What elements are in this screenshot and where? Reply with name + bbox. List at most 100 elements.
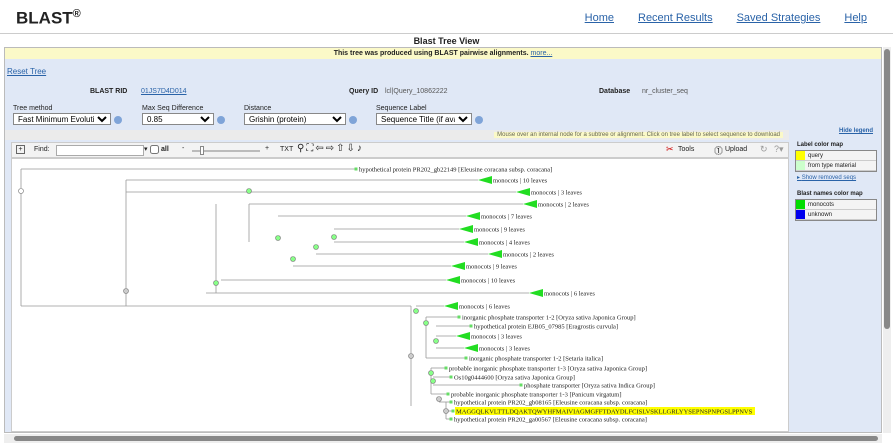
expand-icon[interactable]: + bbox=[16, 145, 25, 154]
more-link[interactable]: more... bbox=[531, 50, 553, 57]
find-input[interactable] bbox=[56, 145, 144, 156]
leaf-label[interactable]: hypothetical protein EJB05_07985 [Eragro… bbox=[474, 324, 618, 331]
collapsed-subtree-icon[interactable] bbox=[444, 302, 458, 310]
tools-icon[interactable]: ✂ bbox=[666, 144, 674, 155]
vertical-scrollbar[interactable] bbox=[883, 47, 891, 433]
zoom-out-icon[interactable]: - bbox=[182, 145, 184, 152]
internal-node[interactable] bbox=[413, 308, 419, 314]
leaf-label[interactable]: hypothetical protein PR202_gb08165 [Eleu… bbox=[454, 400, 647, 407]
max-diff-select[interactable]: 0.85 bbox=[142, 113, 214, 125]
seq-label-label: Sequence Label bbox=[376, 105, 427, 112]
collapsed-subtree-icon[interactable] bbox=[466, 212, 480, 220]
leaf-label[interactable]: hypothetical protein PR202_ga00567 [Eleu… bbox=[454, 417, 647, 424]
collapsed-subtree-icon[interactable] bbox=[478, 176, 492, 184]
internal-node[interactable] bbox=[433, 338, 439, 344]
internal-node[interactable] bbox=[408, 353, 414, 359]
zoom-in-icon[interactable]: + bbox=[265, 145, 269, 152]
internal-node[interactable] bbox=[331, 234, 337, 240]
leaf-label[interactable]: hypothetical protein PR202_gb22149 [Eleu… bbox=[359, 167, 552, 174]
internal-node[interactable] bbox=[213, 280, 219, 286]
collapsed-subtree-icon[interactable] bbox=[464, 344, 478, 352]
upload-button[interactable]: Upload bbox=[725, 146, 747, 153]
upload-icon[interactable]: ⓵ bbox=[714, 144, 723, 157]
collapsed-subtree-icon[interactable] bbox=[459, 225, 473, 233]
hide-legend-link[interactable]: Hide legend bbox=[791, 128, 881, 134]
help-icon[interactable] bbox=[217, 116, 225, 124]
color-swatch bbox=[796, 151, 805, 160]
leaf-label[interactable]: monocots | 7 leaves bbox=[481, 214, 532, 221]
leaf-label[interactable]: monocots | 9 leaves bbox=[466, 264, 517, 271]
tree-view-panel: This tree was produced using BLAST pairw… bbox=[4, 47, 882, 433]
label-map-title: Label color map bbox=[797, 142, 844, 148]
leaf-label[interactable]: monocots | 2 leaves bbox=[503, 252, 554, 259]
leaf-label[interactable]: monocots | 2 leaves bbox=[538, 202, 589, 209]
distance-select[interactable]: Grishin (protein) bbox=[244, 113, 346, 125]
nav-recent-results[interactable]: Recent Results bbox=[638, 12, 713, 24]
leaf-label[interactable]: monocots | 3 leaves bbox=[479, 346, 530, 353]
internal-node[interactable] bbox=[436, 396, 442, 402]
internal-node[interactable] bbox=[313, 244, 319, 250]
help-menu-icon[interactable]: ?▾ bbox=[774, 144, 784, 155]
internal-node[interactable] bbox=[275, 235, 281, 241]
all-checkbox[interactable] bbox=[150, 145, 159, 154]
nav-help[interactable]: Help bbox=[844, 12, 867, 24]
query-leaf-label[interactable]: MAGGQLKVLTTLDQAKTQWYHFMAIVIAGMGFFTDAYDLF… bbox=[456, 409, 753, 416]
internal-node[interactable] bbox=[246, 188, 252, 194]
leaf-label[interactable]: Os10g0444600 [Oryza sativa Japonica Grou… bbox=[454, 375, 575, 382]
show-removed-seqs-link[interactable]: ▸ Show removed seqs bbox=[797, 174, 881, 181]
rid-link[interactable]: 01JS7D4D014 bbox=[141, 88, 187, 95]
blast-logo[interactable]: BLAST® bbox=[16, 8, 81, 29]
collapsed-subtree-icon[interactable] bbox=[464, 238, 478, 246]
leaf-label[interactable]: monocots | 10 leaves bbox=[493, 178, 548, 185]
leaf-marker bbox=[449, 417, 453, 421]
help-icon[interactable] bbox=[475, 116, 483, 124]
internal-node[interactable] bbox=[443, 408, 449, 414]
leaf-label[interactable]: monocots | 10 leaves bbox=[461, 278, 516, 285]
internal-node[interactable] bbox=[430, 378, 436, 384]
internal-node[interactable] bbox=[123, 288, 129, 294]
help-icon[interactable] bbox=[349, 116, 357, 124]
phylogenetic-tree[interactable]: hypothetical protein PR202_gb22149 [Eleu… bbox=[12, 159, 789, 432]
leaf-label[interactable]: monocots | 3 leaves bbox=[531, 190, 582, 197]
tree-canvas[interactable]: hypothetical protein PR202_gb22149 [Eleu… bbox=[11, 158, 789, 432]
tools-menu[interactable]: Tools bbox=[678, 146, 694, 153]
txt-button[interactable]: TXT bbox=[280, 146, 293, 153]
collapsed-subtree-icon[interactable] bbox=[529, 289, 543, 297]
scroll-thumb[interactable] bbox=[14, 436, 878, 441]
leaf-marker bbox=[354, 167, 358, 171]
leaf-label[interactable]: probable inorganic phosphate transporter… bbox=[449, 366, 647, 373]
tree-method-select[interactable]: Fast Minimum Evolution bbox=[13, 113, 111, 125]
leaf-label[interactable]: monocots | 6 leaves bbox=[544, 291, 595, 298]
leaf-label[interactable]: monocots | 6 leaves bbox=[459, 304, 510, 311]
leaf-label[interactable]: phosphate transporter [Oryza sativa Indi… bbox=[524, 383, 655, 390]
leaf-label[interactable]: monocots | 4 leaves bbox=[479, 240, 530, 247]
leaf-label[interactable]: inorganic phosphate transporter 1-2 [Ory… bbox=[462, 315, 636, 322]
scroll-thumb[interactable] bbox=[884, 49, 890, 329]
leaf-label[interactable]: inorganic phosphate transporter 1-2 [Set… bbox=[469, 356, 603, 363]
chevron-down-icon[interactable]: ▾ bbox=[144, 145, 148, 153]
internal-node[interactable] bbox=[428, 370, 434, 376]
leaf-label[interactable]: monocots | 3 leaves bbox=[471, 334, 522, 341]
help-icon[interactable] bbox=[114, 116, 122, 124]
collapsed-subtree-icon[interactable] bbox=[446, 276, 460, 284]
slider-handle[interactable] bbox=[200, 146, 204, 155]
collapsed-subtree-icon[interactable] bbox=[451, 262, 465, 270]
refresh-icon[interactable]: ↻ bbox=[760, 144, 768, 155]
zoom-slider[interactable] bbox=[192, 146, 260, 155]
reset-tree-link[interactable]: Reset Tree bbox=[7, 67, 46, 76]
collapsed-subtree-icon[interactable] bbox=[488, 250, 502, 258]
collapsed-subtree-icon[interactable] bbox=[523, 200, 537, 208]
find-label: Find: bbox=[34, 146, 50, 153]
horizontal-scrollbar[interactable] bbox=[4, 434, 882, 443]
collapsed-subtree-icon[interactable] bbox=[516, 188, 530, 196]
nav-saved-strategies[interactable]: Saved Strategies bbox=[737, 12, 821, 24]
internal-node[interactable] bbox=[18, 188, 24, 194]
internal-node[interactable] bbox=[290, 256, 296, 262]
navigation-icons[interactable]: ⚲⛶⇦⇨⇧⇩♪ bbox=[297, 143, 364, 154]
leaf-label[interactable]: probable inorganic phosphate transporter… bbox=[451, 392, 622, 399]
internal-node[interactable] bbox=[423, 320, 429, 326]
collapsed-subtree-icon[interactable] bbox=[456, 332, 470, 340]
nav-home[interactable]: Home bbox=[585, 12, 614, 24]
leaf-label[interactable]: monocots | 9 leaves bbox=[474, 227, 525, 234]
seq-label-select[interactable]: Sequence Title (if avail bbox=[376, 113, 472, 125]
